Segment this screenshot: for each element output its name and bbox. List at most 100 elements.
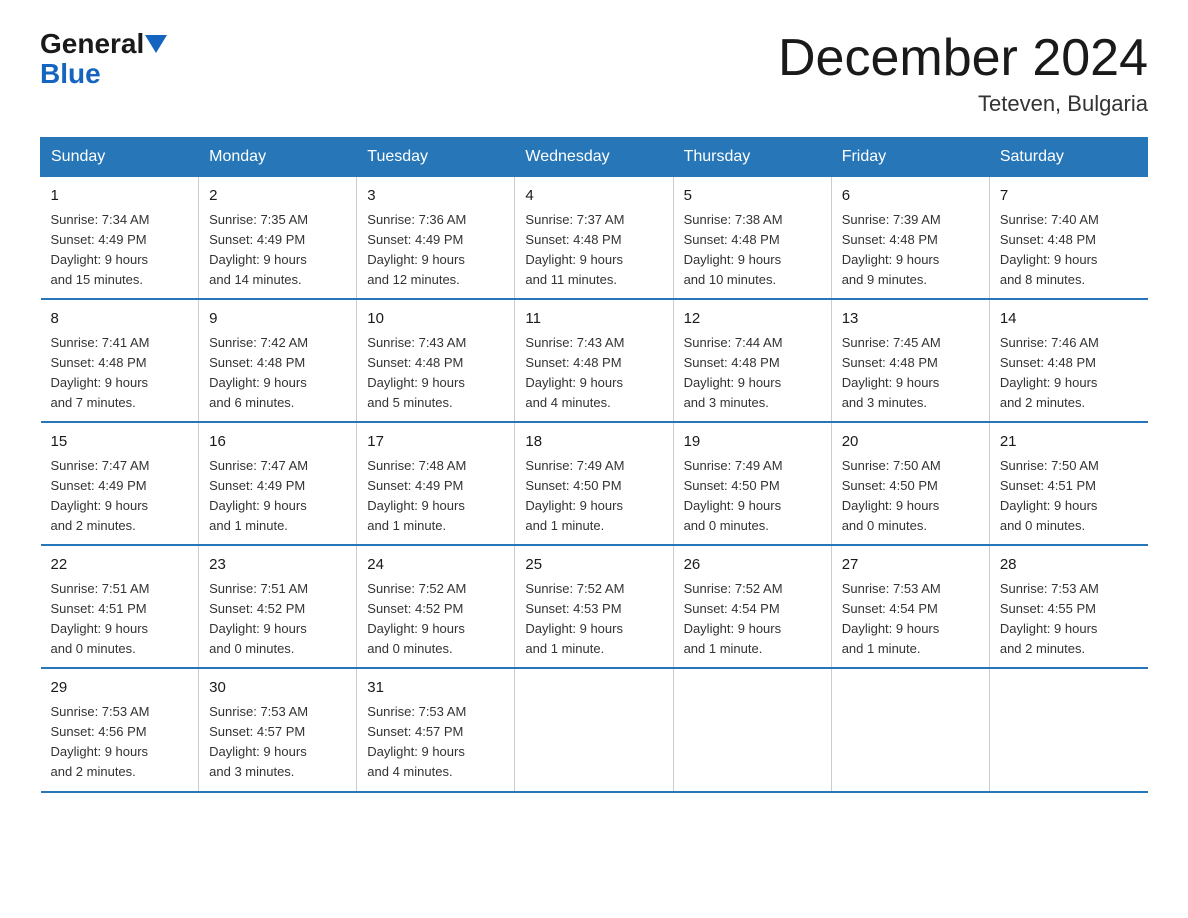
calendar-cell: 29 Sunrise: 7:53 AMSunset: 4:56 PMDaylig… (41, 668, 199, 791)
calendar-week-row: 1 Sunrise: 7:34 AMSunset: 4:49 PMDayligh… (41, 177, 1148, 300)
calendar-cell: 7 Sunrise: 7:40 AMSunset: 4:48 PMDayligh… (989, 177, 1147, 300)
day-number: 17 (367, 431, 504, 454)
calendar-cell: 10 Sunrise: 7:43 AMSunset: 4:48 PMDaylig… (357, 299, 515, 422)
day-number: 10 (367, 308, 504, 331)
weekday-header-sunday: Sunday (41, 138, 199, 177)
day-info: Sunrise: 7:44 AMSunset: 4:48 PMDaylight:… (684, 333, 821, 414)
calendar-cell: 11 Sunrise: 7:43 AMSunset: 4:48 PMDaylig… (515, 299, 673, 422)
day-info: Sunrise: 7:52 AMSunset: 4:52 PMDaylight:… (367, 579, 504, 660)
day-info: Sunrise: 7:39 AMSunset: 4:48 PMDaylight:… (842, 210, 979, 291)
day-number: 9 (209, 308, 346, 331)
weekday-header-wednesday: Wednesday (515, 138, 673, 177)
day-number: 28 (1000, 554, 1138, 577)
calendar-cell: 3 Sunrise: 7:36 AMSunset: 4:49 PMDayligh… (357, 177, 515, 300)
calendar-cell: 18 Sunrise: 7:49 AMSunset: 4:50 PMDaylig… (515, 422, 673, 545)
calendar-cell: 30 Sunrise: 7:53 AMSunset: 4:57 PMDaylig… (199, 668, 357, 791)
weekday-header-row: SundayMondayTuesdayWednesdayThursdayFrid… (41, 138, 1148, 177)
calendar-week-row: 8 Sunrise: 7:41 AMSunset: 4:48 PMDayligh… (41, 299, 1148, 422)
calendar-cell (515, 668, 673, 791)
weekday-header-tuesday: Tuesday (357, 138, 515, 177)
day-info: Sunrise: 7:53 AMSunset: 4:56 PMDaylight:… (51, 702, 189, 783)
day-number: 27 (842, 554, 979, 577)
day-info: Sunrise: 7:34 AMSunset: 4:49 PMDaylight:… (51, 210, 189, 291)
day-info: Sunrise: 7:45 AMSunset: 4:48 PMDaylight:… (842, 333, 979, 414)
month-title: December 2024 (778, 30, 1148, 87)
day-number: 24 (367, 554, 504, 577)
calendar-cell: 21 Sunrise: 7:50 AMSunset: 4:51 PMDaylig… (989, 422, 1147, 545)
day-number: 6 (842, 185, 979, 208)
day-number: 29 (51, 677, 189, 700)
location-subtitle: Teteven, Bulgaria (778, 91, 1148, 117)
calendar-cell (989, 668, 1147, 791)
calendar-cell: 28 Sunrise: 7:53 AMSunset: 4:55 PMDaylig… (989, 545, 1147, 668)
calendar-week-row: 29 Sunrise: 7:53 AMSunset: 4:56 PMDaylig… (41, 668, 1148, 791)
calendar-cell: 24 Sunrise: 7:52 AMSunset: 4:52 PMDaylig… (357, 545, 515, 668)
calendar-cell: 23 Sunrise: 7:51 AMSunset: 4:52 PMDaylig… (199, 545, 357, 668)
calendar-cell: 9 Sunrise: 7:42 AMSunset: 4:48 PMDayligh… (199, 299, 357, 422)
day-number: 4 (525, 185, 662, 208)
day-number: 13 (842, 308, 979, 331)
calendar-cell: 17 Sunrise: 7:48 AMSunset: 4:49 PMDaylig… (357, 422, 515, 545)
day-info: Sunrise: 7:37 AMSunset: 4:48 PMDaylight:… (525, 210, 662, 291)
day-info: Sunrise: 7:51 AMSunset: 4:52 PMDaylight:… (209, 579, 346, 660)
calendar-cell: 14 Sunrise: 7:46 AMSunset: 4:48 PMDaylig… (989, 299, 1147, 422)
day-info: Sunrise: 7:53 AMSunset: 4:54 PMDaylight:… (842, 579, 979, 660)
calendar-cell: 25 Sunrise: 7:52 AMSunset: 4:53 PMDaylig… (515, 545, 673, 668)
day-info: Sunrise: 7:47 AMSunset: 4:49 PMDaylight:… (51, 456, 189, 537)
weekday-header-monday: Monday (199, 138, 357, 177)
day-info: Sunrise: 7:43 AMSunset: 4:48 PMDaylight:… (525, 333, 662, 414)
day-info: Sunrise: 7:43 AMSunset: 4:48 PMDaylight:… (367, 333, 504, 414)
calendar-cell: 15 Sunrise: 7:47 AMSunset: 4:49 PMDaylig… (41, 422, 199, 545)
weekday-header-saturday: Saturday (989, 138, 1147, 177)
day-number: 30 (209, 677, 346, 700)
day-number: 14 (1000, 308, 1138, 331)
day-number: 26 (684, 554, 821, 577)
day-number: 16 (209, 431, 346, 454)
day-number: 11 (525, 308, 662, 331)
day-number: 1 (51, 185, 189, 208)
day-info: Sunrise: 7:38 AMSunset: 4:48 PMDaylight:… (684, 210, 821, 291)
day-number: 21 (1000, 431, 1138, 454)
calendar-cell: 12 Sunrise: 7:44 AMSunset: 4:48 PMDaylig… (673, 299, 831, 422)
logo-general-text: General (40, 30, 167, 58)
day-number: 5 (684, 185, 821, 208)
day-info: Sunrise: 7:40 AMSunset: 4:48 PMDaylight:… (1000, 210, 1138, 291)
day-info: Sunrise: 7:46 AMSunset: 4:48 PMDaylight:… (1000, 333, 1138, 414)
calendar-cell: 19 Sunrise: 7:49 AMSunset: 4:50 PMDaylig… (673, 422, 831, 545)
day-info: Sunrise: 7:50 AMSunset: 4:50 PMDaylight:… (842, 456, 979, 537)
calendar-cell: 20 Sunrise: 7:50 AMSunset: 4:50 PMDaylig… (831, 422, 989, 545)
day-number: 22 (51, 554, 189, 577)
day-number: 2 (209, 185, 346, 208)
calendar-cell: 1 Sunrise: 7:34 AMSunset: 4:49 PMDayligh… (41, 177, 199, 300)
day-number: 8 (51, 308, 189, 331)
calendar-cell: 2 Sunrise: 7:35 AMSunset: 4:49 PMDayligh… (199, 177, 357, 300)
day-info: Sunrise: 7:49 AMSunset: 4:50 PMDaylight:… (684, 456, 821, 537)
day-number: 31 (367, 677, 504, 700)
day-number: 19 (684, 431, 821, 454)
calendar-cell (831, 668, 989, 791)
day-info: Sunrise: 7:41 AMSunset: 4:48 PMDaylight:… (51, 333, 189, 414)
calendar-cell: 8 Sunrise: 7:41 AMSunset: 4:48 PMDayligh… (41, 299, 199, 422)
day-number: 18 (525, 431, 662, 454)
day-info: Sunrise: 7:53 AMSunset: 4:55 PMDaylight:… (1000, 579, 1138, 660)
weekday-header-thursday: Thursday (673, 138, 831, 177)
day-info: Sunrise: 7:50 AMSunset: 4:51 PMDaylight:… (1000, 456, 1138, 537)
calendar-cell: 5 Sunrise: 7:38 AMSunset: 4:48 PMDayligh… (673, 177, 831, 300)
calendar-cell: 6 Sunrise: 7:39 AMSunset: 4:48 PMDayligh… (831, 177, 989, 300)
day-number: 20 (842, 431, 979, 454)
day-info: Sunrise: 7:47 AMSunset: 4:49 PMDaylight:… (209, 456, 346, 537)
calendar-cell: 16 Sunrise: 7:47 AMSunset: 4:49 PMDaylig… (199, 422, 357, 545)
day-info: Sunrise: 7:49 AMSunset: 4:50 PMDaylight:… (525, 456, 662, 537)
calendar-cell: 13 Sunrise: 7:45 AMSunset: 4:48 PMDaylig… (831, 299, 989, 422)
calendar-week-row: 22 Sunrise: 7:51 AMSunset: 4:51 PMDaylig… (41, 545, 1148, 668)
day-number: 3 (367, 185, 504, 208)
calendar-table: SundayMondayTuesdayWednesdayThursdayFrid… (40, 137, 1148, 792)
day-info: Sunrise: 7:53 AMSunset: 4:57 PMDaylight:… (367, 702, 504, 783)
day-number: 23 (209, 554, 346, 577)
logo: General Blue (40, 30, 167, 90)
logo-blue-text: Blue (40, 58, 101, 89)
day-info: Sunrise: 7:42 AMSunset: 4:48 PMDaylight:… (209, 333, 346, 414)
logo-triangle-icon (145, 35, 167, 57)
calendar-cell (673, 668, 831, 791)
weekday-header-friday: Friday (831, 138, 989, 177)
